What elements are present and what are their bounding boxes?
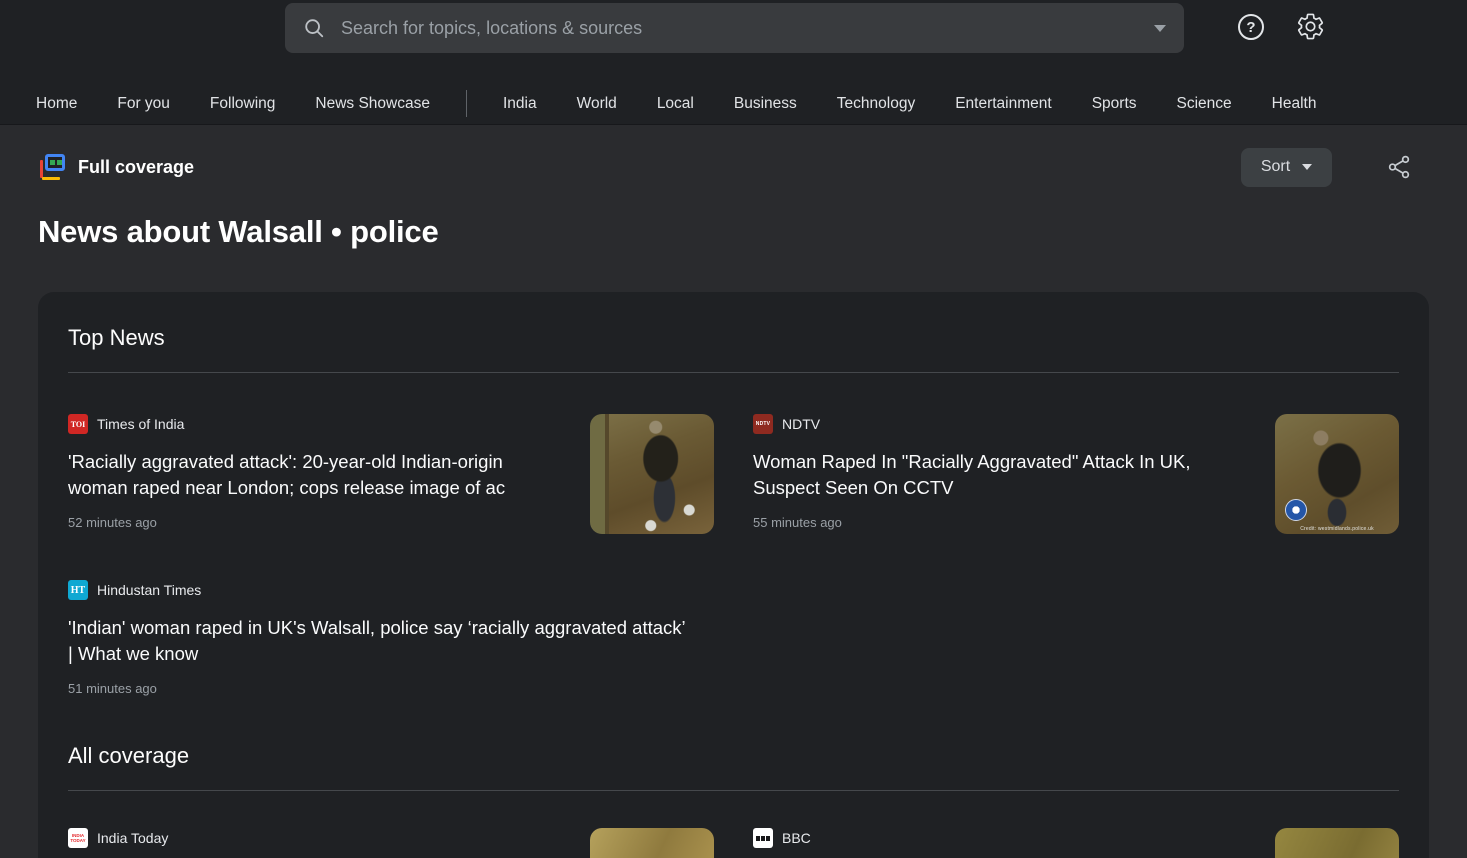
police-badge-icon	[1285, 499, 1307, 521]
source-name: Hindustan Times	[97, 582, 201, 598]
full-coverage-label: Full coverage	[78, 157, 194, 178]
share-icon[interactable]	[1386, 154, 1412, 180]
empty-column	[753, 580, 1399, 696]
top-news-row-1: TOI Times of India 'Racially aggravated …	[68, 414, 1399, 534]
full-coverage-icon	[38, 153, 66, 181]
all-coverage-row-1: INDIA TODAY India Today BBC	[68, 828, 1399, 858]
nav-item-world[interactable]: World	[557, 95, 637, 113]
settings-gear-icon[interactable]	[1296, 12, 1325, 41]
india-today-favicon: INDIA TODAY	[68, 828, 88, 848]
source-name: Times of India	[97, 416, 184, 432]
google-news-full-coverage-page: ? Home For you Following News Showcase I…	[0, 0, 1467, 858]
hindustan-times-favicon: HT	[68, 580, 88, 600]
nav-item-technology[interactable]: Technology	[817, 95, 935, 113]
bbc-favicon	[753, 828, 773, 848]
nav-item-home[interactable]: Home	[16, 95, 97, 113]
source-link[interactable]: NDTV NDTV	[753, 414, 1239, 434]
all-coverage-heading: All coverage	[68, 742, 1399, 770]
thumbnail-credit: Credit: westmidlands.police.uk	[1275, 526, 1399, 532]
source-name: BBC	[782, 830, 811, 846]
section-divider	[68, 790, 1399, 791]
top-news-heading: Top News	[68, 324, 1399, 352]
article-ndtv: NDTV NDTV Woman Raped In "Racially Aggra…	[753, 414, 1399, 534]
article-thumbnail[interactable]: Credit: westmidlands.police.uk	[1275, 414, 1399, 534]
nav-item-india[interactable]: India	[483, 95, 557, 113]
content: Full coverage Sort News about Walsall • …	[0, 147, 1467, 858]
top-news-row-2: HT Hindustan Times 'Indian' woman raped …	[68, 580, 1399, 696]
search-bar[interactable]	[285, 3, 1184, 53]
source-link[interactable]: HT Hindustan Times	[68, 580, 714, 600]
help-glyph: ?	[1246, 19, 1255, 36]
page-title: News about Walsall • police	[38, 214, 1429, 250]
source-link[interactable]: TOI Times of India	[68, 414, 554, 434]
article-thumbnail[interactable]	[590, 828, 714, 858]
article-headline[interactable]: 'Indian' woman raped in UK's Walsall, po…	[68, 615, 690, 667]
nav-item-news-showcase[interactable]: News Showcase	[295, 95, 450, 113]
source-link[interactable]: BBC	[753, 828, 1239, 848]
source-link[interactable]: INDIA TODAY India Today	[68, 828, 554, 848]
article-hindustan-times: HT Hindustan Times 'Indian' woman raped …	[68, 580, 714, 696]
source-name: India Today	[97, 830, 168, 846]
nav-item-science[interactable]: Science	[1157, 95, 1252, 113]
article-thumbnail[interactable]	[590, 414, 714, 534]
nav-item-for-you[interactable]: For you	[97, 95, 190, 113]
article-india-today: INDIA TODAY India Today	[68, 828, 714, 858]
nav-divider	[466, 90, 467, 117]
sort-button[interactable]: Sort	[1241, 148, 1332, 187]
nav-item-business[interactable]: Business	[714, 95, 817, 113]
article-thumbnail[interactable]	[1275, 828, 1399, 858]
article-timestamp: 55 minutes ago	[753, 515, 1239, 530]
nav-item-local[interactable]: Local	[637, 95, 714, 113]
ndtv-favicon: NDTV	[753, 414, 773, 434]
search-input[interactable]	[341, 18, 1142, 39]
section-divider	[68, 372, 1399, 373]
search-dropdown-caret-icon[interactable]	[1154, 25, 1166, 32]
help-icon[interactable]: ?	[1238, 14, 1264, 40]
full-coverage-toolbar: Full coverage Sort	[38, 147, 1429, 187]
nav-item-sports[interactable]: Sports	[1072, 95, 1157, 113]
coverage-card: Top News TOI Times of India 'Racially ag…	[38, 292, 1429, 858]
article-bbc: BBC	[753, 828, 1399, 858]
sort-button-label: Sort	[1261, 158, 1290, 176]
search-icon	[303, 17, 325, 39]
nav-item-following[interactable]: Following	[190, 95, 295, 113]
nav-item-health[interactable]: Health	[1252, 95, 1337, 113]
times-of-india-favicon: TOI	[68, 414, 88, 434]
article-headline[interactable]: 'Racially aggravated attack': 20-year-ol…	[68, 449, 554, 501]
source-name: NDTV	[782, 416, 820, 432]
article-headline[interactable]: Woman Raped In "Racially Aggravated" Att…	[753, 449, 1239, 501]
article-times-of-india: TOI Times of India 'Racially aggravated …	[68, 414, 714, 534]
header: ?	[0, 0, 1467, 83]
article-timestamp: 52 minutes ago	[68, 515, 554, 530]
main-nav: Home For you Following News Showcase Ind…	[0, 83, 1467, 125]
article-timestamp: 51 minutes ago	[68, 681, 714, 696]
nav-item-entertainment[interactable]: Entertainment	[935, 95, 1072, 113]
sort-caret-icon	[1302, 164, 1312, 170]
